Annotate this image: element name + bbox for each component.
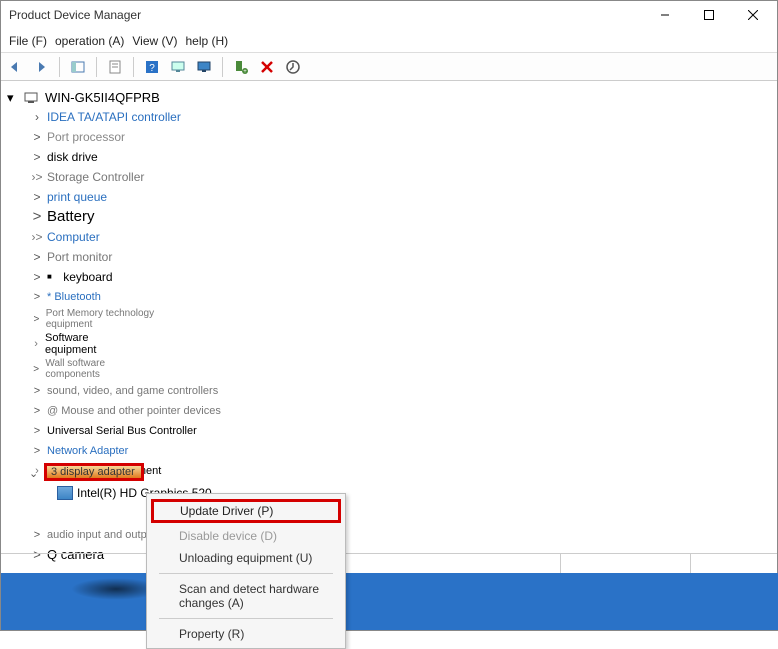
ctx-scan[interactable]: Scan and detect hardware changes (A)	[147, 578, 345, 614]
label: audio input and output	[47, 526, 156, 544]
node-bluetooth[interactable]: >* Bluetooth	[7, 287, 771, 307]
label: Disable device (D)	[179, 529, 277, 543]
label: Update Driver (P)	[180, 504, 273, 518]
label: Unloading equipment (U)	[179, 551, 312, 565]
remove-device-button[interactable]	[257, 57, 277, 77]
node-disk-drive[interactable]: >disk drive	[7, 147, 771, 167]
node-port-monitor[interactable]: >Port monitor	[7, 247, 771, 267]
ctx-property[interactable]: Property (R)	[147, 623, 345, 645]
node-print-queue[interactable]: >print queue	[7, 187, 771, 207]
node-keyboard[interactable]: >■ keyboard	[7, 267, 771, 287]
menu-operation[interactable]: operation (A)	[53, 32, 126, 50]
menu-view[interactable]: View (V)	[130, 32, 179, 50]
menu-help[interactable]: help (H)	[184, 32, 231, 50]
titlebar: Product Device Manager	[1, 1, 777, 29]
label: 3 display adapter	[51, 466, 135, 478]
separator-icon	[133, 57, 134, 77]
label: keyboard	[63, 268, 112, 286]
label: Storage Controller	[47, 168, 144, 186]
label: Port monitor	[47, 248, 112, 266]
chevron-down-display[interactable]: ⌄	[29, 467, 38, 480]
separator-icon	[222, 57, 223, 77]
separator-icon	[159, 618, 333, 619]
label: print queue	[47, 188, 107, 206]
label: Computer	[47, 228, 100, 246]
node-audio[interactable]: >audio input and output	[7, 525, 771, 545]
separator-icon	[159, 573, 333, 574]
label: sound, video, and game controllers	[47, 382, 218, 400]
svg-text:+: +	[243, 69, 247, 75]
close-button[interactable]	[731, 1, 775, 29]
node-wallsoft[interactable]: >Wall software components	[7, 357, 147, 381]
label: Property (R)	[179, 627, 244, 641]
node-idea[interactable]: ›IDEA TA/ATAPI controller	[7, 107, 771, 127]
node-memtech[interactable]: >Port Memory technology equipment	[7, 307, 187, 331]
separator-icon	[96, 57, 97, 77]
chevron-down-icon[interactable]: ▾	[7, 89, 17, 107]
node-display-adapter-highlight[interactable]: 3 display adapter	[44, 463, 144, 481]
label: IDEA TA/ATAPI controller	[47, 108, 181, 126]
back-button[interactable]	[5, 57, 25, 77]
toolbar: ? +	[1, 53, 777, 81]
add-device-button[interactable]: +	[231, 57, 251, 77]
node-network[interactable]: >Network Adapter	[7, 441, 771, 461]
node-computer[interactable]: ›>Computer	[7, 227, 771, 247]
label: Network Adapter	[47, 442, 128, 460]
node-softeq[interactable]: ›Software equipment	[7, 331, 127, 357]
node-storage[interactable]: ›>Storage Controller	[7, 167, 771, 187]
monitor-button[interactable]	[194, 57, 214, 77]
root-node[interactable]: ▾ WIN-GK5II4QFPRB	[7, 89, 771, 107]
window-title: Product Device Manager	[3, 8, 643, 22]
label: Port processor	[47, 128, 125, 146]
properties-button[interactable]	[105, 57, 125, 77]
ctx-disable-device[interactable]: Disable device (D)	[147, 525, 345, 547]
svg-text:?: ?	[149, 63, 155, 74]
statusbar	[1, 553, 777, 573]
label: * Bluetooth	[47, 288, 101, 306]
ctx-update-driver[interactable]: Update Driver (P)	[151, 499, 341, 523]
update-button[interactable]	[283, 57, 303, 77]
node-battery[interactable]: >Battery	[7, 207, 771, 227]
node-port-processor[interactable]: >Port processor	[7, 127, 771, 147]
node-mouse[interactable]: >@ Mouse and other pointer devices	[7, 401, 771, 421]
label: Wall software components	[45, 358, 147, 380]
node-sound[interactable]: >sound, video, and game controllers	[7, 381, 771, 401]
label: Scan and detect hardware changes (A)	[179, 582, 319, 610]
minimize-button[interactable]	[643, 1, 687, 29]
root-label: WIN-GK5II4QFPRB	[45, 89, 160, 107]
show-hide-button[interactable]	[68, 57, 88, 77]
context-menu: Update Driver (P) Disable device (D) Unl…	[146, 493, 346, 649]
node-usb[interactable]: >Universal Serial Bus Controller	[7, 421, 771, 441]
label: Port Memory technology equipment	[46, 308, 187, 330]
maximize-button[interactable]	[687, 1, 731, 29]
label: Software equipment	[45, 332, 127, 356]
label: @ Mouse and other pointer devices	[47, 402, 221, 420]
separator-icon	[59, 57, 60, 77]
scan-button[interactable]	[168, 57, 188, 77]
computer-icon	[23, 90, 39, 106]
forward-button[interactable]	[31, 57, 51, 77]
gpu-icon	[57, 486, 73, 500]
menu-file[interactable]: File (F)	[7, 32, 49, 50]
ctx-unload[interactable]: Unloading equipment (U)	[147, 547, 345, 569]
menubar: File (F) operation (A) View (V) help (H)	[1, 29, 777, 53]
label: disk drive	[47, 148, 98, 166]
label: Universal Serial Bus Controller	[47, 422, 197, 440]
help-button[interactable]: ?	[142, 57, 162, 77]
label: Battery	[47, 208, 95, 226]
